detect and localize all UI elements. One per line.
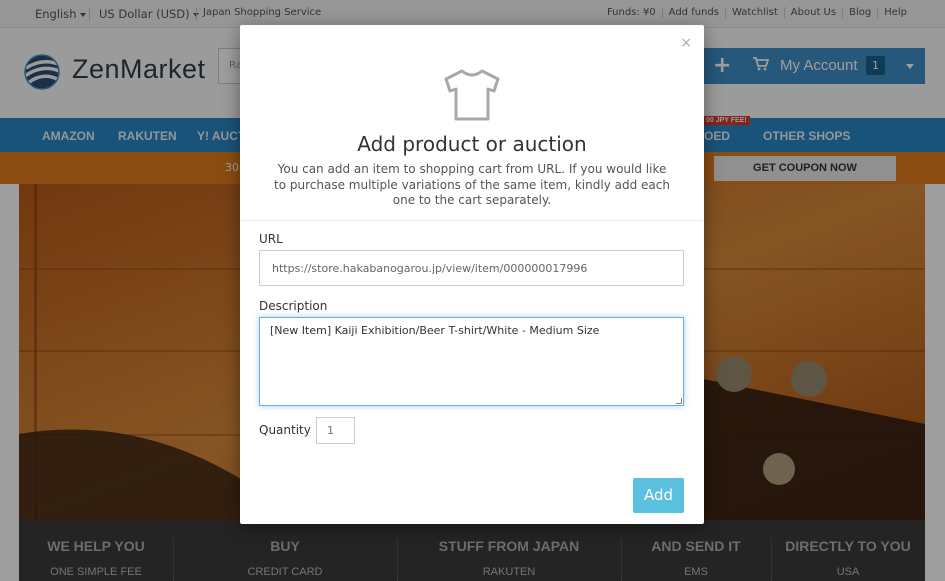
add-button[interactable]: Add (633, 478, 684, 513)
divider (240, 220, 704, 221)
url-input[interactable] (259, 250, 684, 286)
t-shirt-icon (444, 69, 500, 121)
add-product-modal: × Add product or auction You can add an … (240, 25, 704, 524)
description-textarea[interactable]: [New Item] Kaiji Exhibition/Beer T-shirt… (259, 317, 684, 406)
modal-intro-text: You can add an item to shopping cart fro… (274, 162, 670, 207)
modal-title: Add product or auction (357, 132, 587, 156)
resize-handle-icon[interactable] (676, 398, 682, 404)
quantity-label: Quantity (259, 423, 311, 437)
close-icon[interactable]: × (680, 35, 692, 51)
description-label: Description (259, 299, 328, 313)
quantity-input[interactable] (316, 417, 355, 444)
url-label: URL (259, 232, 283, 246)
